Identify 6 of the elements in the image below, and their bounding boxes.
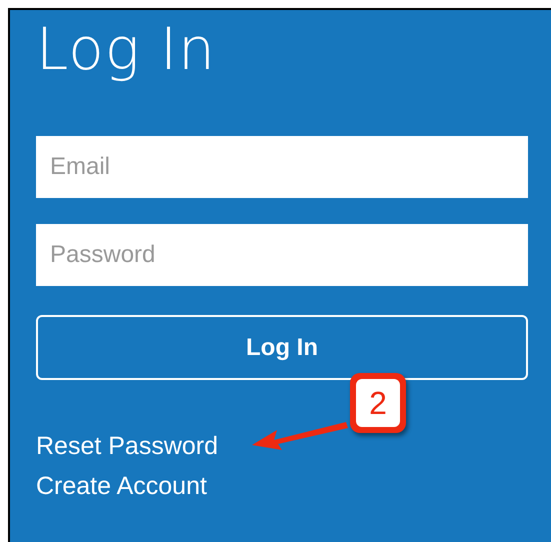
step-badge: 2 — [350, 373, 406, 433]
link[interactable]: Reset Password — [36, 430, 218, 462]
input-field[interactable]: Email — [36, 136, 528, 198]
input-field[interactable]: Password — [36, 224, 528, 286]
login-button[interactable]: Log In — [36, 315, 528, 380]
link[interactable]: Create Account — [36, 470, 207, 502]
